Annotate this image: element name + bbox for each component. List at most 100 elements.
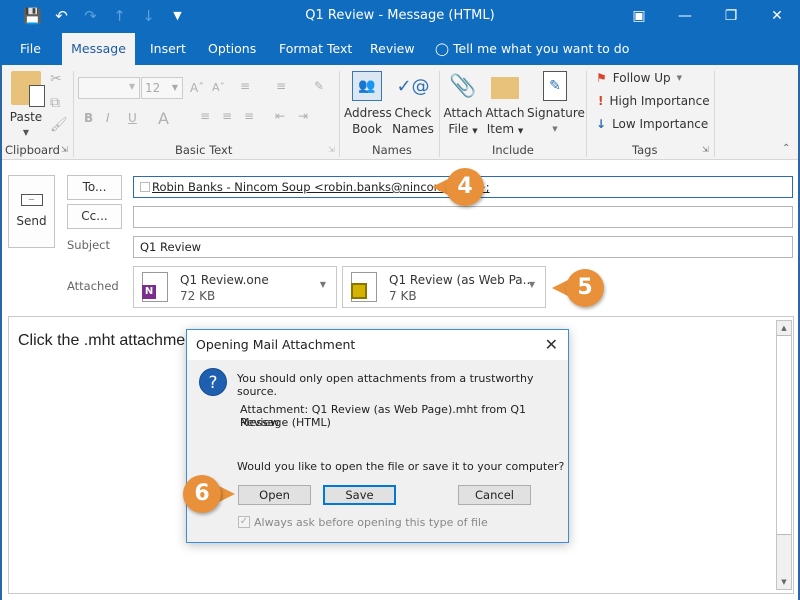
attachment-dropdown-icon[interactable]: ▼ bbox=[529, 280, 535, 289]
subject-label: Subject bbox=[67, 238, 110, 252]
dialog-title: Opening Mail Attachment bbox=[187, 330, 568, 360]
callout-5: 5 bbox=[566, 269, 604, 307]
align-left-icon: ≡ bbox=[200, 109, 211, 123]
attachment-size: 7 KB bbox=[389, 289, 417, 303]
scroll-down-icon[interactable]: ▼ bbox=[777, 575, 791, 589]
restore-icon[interactable]: ❐ bbox=[708, 0, 754, 33]
dialog-close-icon[interactable]: ✕ bbox=[545, 330, 558, 360]
low-importance-button[interactable]: ↓ Low Importance bbox=[596, 117, 708, 131]
copy-icon: ⧉ bbox=[50, 95, 60, 111]
save-button[interactable]: Save bbox=[323, 485, 396, 505]
question-icon: ? bbox=[199, 368, 227, 396]
tab-review[interactable]: Review bbox=[370, 33, 415, 65]
cut-icon: ✂ bbox=[50, 71, 62, 87]
font-size-select: 12 ▼ bbox=[141, 77, 183, 99]
send-button[interactable]: — Send bbox=[8, 175, 55, 248]
attachment-web-page[interactable]: Q1 Review (as Web Pa... 7 KB ▼ bbox=[342, 266, 546, 308]
increase-indent-icon: ⇥ bbox=[298, 109, 309, 123]
send-label: Send bbox=[16, 214, 47, 228]
check-names-icon: ✓@ bbox=[396, 76, 430, 97]
web-page-icon bbox=[351, 272, 377, 302]
align-right-icon: ≡ bbox=[244, 109, 255, 123]
ribbon: Paste ▼ ✂ ⧉ 🖌 Clipboard ⇲ ▼ 12 ▼ Aˆ Aˇ ≡ … bbox=[0, 65, 800, 160]
tab-insert[interactable]: Insert bbox=[150, 33, 186, 65]
scroll-thumb[interactable] bbox=[777, 335, 791, 535]
cc-button[interactable]: Cc... bbox=[67, 204, 122, 229]
tab-options[interactable]: Options bbox=[208, 33, 256, 65]
cc-field[interactable] bbox=[133, 206, 793, 228]
recipient-checkbox bbox=[140, 182, 150, 192]
grow-font-icon: Aˆ bbox=[190, 81, 205, 95]
warning-text: You should only open attachments from a … bbox=[237, 372, 534, 398]
minimize-icon[interactable]: — bbox=[662, 0, 708, 33]
address-book-button[interactable]: 👥 Address Book bbox=[344, 71, 392, 137]
check-names-button[interactable]: ✓@ Check Names bbox=[392, 71, 434, 137]
title-bar: 💾 ↶ ↷ ↑ ↓ ▼ Q1 Review - Message (HTML) ▣… bbox=[0, 0, 800, 33]
attachment-info-line2: Message (HTML) bbox=[240, 416, 331, 429]
clipboard-icon bbox=[11, 71, 45, 107]
flag-icon: ⚑ bbox=[596, 71, 607, 85]
format-painter-icon: 🖌 bbox=[50, 117, 68, 133]
font-name-select: ▼ bbox=[78, 77, 140, 99]
ribbon-tabs: File Message Insert Options Format Text … bbox=[0, 33, 800, 65]
tags-launcher-icon[interactable]: ⇲ bbox=[702, 145, 709, 154]
cancel-button[interactable]: Cancel bbox=[458, 485, 531, 505]
numbering-icon: ≡ bbox=[276, 79, 287, 93]
include-group-label: Include bbox=[492, 143, 534, 157]
paste-label: Paste bbox=[9, 110, 43, 124]
attachment-size: 72 KB bbox=[180, 289, 216, 303]
attach-file-button[interactable]: 📎 Attach File ▼ bbox=[443, 71, 483, 139]
italic-icon: I bbox=[106, 111, 110, 125]
down-arrow-icon: ↓ bbox=[596, 117, 607, 131]
close-icon[interactable]: ✕ bbox=[754, 0, 800, 33]
to-button[interactable]: To... bbox=[67, 175, 122, 200]
names-group-label: Names bbox=[372, 143, 412, 157]
font-color-icon: A bbox=[158, 109, 169, 128]
follow-up-button[interactable]: ⚑ Follow Up ▼ bbox=[596, 71, 682, 85]
subject-field[interactable]: Q1 Review bbox=[133, 236, 793, 258]
paste-button[interactable]: Paste ▼ bbox=[8, 71, 45, 141]
underline-icon: U bbox=[128, 111, 137, 125]
signature-icon: ✎ bbox=[543, 71, 567, 101]
opening-mail-attachment-dialog: Opening Mail Attachment ✕ ? You should o… bbox=[186, 329, 569, 543]
collapse-ribbon-icon[interactable]: ⌃ bbox=[782, 143, 790, 154]
lightbulb-icon: ◯ bbox=[435, 41, 449, 56]
ribbon-display-icon[interactable]: ▣ bbox=[616, 0, 662, 33]
basic-text-group-label: Basic Text bbox=[175, 143, 233, 157]
clipboard-group-label: Clipboard bbox=[5, 143, 60, 157]
bullets-icon: ≡ bbox=[240, 79, 251, 93]
attachment-onenote[interactable]: N Q1 Review.one 72 KB ▼ bbox=[133, 266, 337, 308]
vertical-scrollbar[interactable]: ▲ ▼ bbox=[776, 320, 792, 590]
attached-label: Attached bbox=[67, 279, 119, 293]
bold-icon: B bbox=[84, 111, 94, 125]
question-text: Would you like to open the file or save … bbox=[237, 460, 565, 473]
tell-me-box[interactable]: ◯ Tell me what you want to do bbox=[435, 33, 629, 65]
callout-6-pointer bbox=[219, 486, 235, 502]
open-button[interactable]: Open bbox=[238, 485, 311, 505]
exclamation-icon: ! bbox=[598, 94, 604, 108]
onenote-icon: N bbox=[142, 272, 168, 302]
attach-item-button[interactable]: Attach Item ▼ bbox=[485, 71, 525, 139]
decrease-indent-icon: ⇤ bbox=[275, 109, 286, 123]
attachment-name: Q1 Review (as Web Pa... bbox=[389, 273, 535, 287]
tags-group-label: Tags bbox=[632, 143, 658, 157]
attachment-dropdown-icon[interactable]: ▼ bbox=[320, 280, 326, 289]
body-text: Click the .mht attachme bbox=[18, 332, 186, 349]
tab-file[interactable]: File bbox=[20, 33, 41, 65]
tab-message[interactable]: Message bbox=[62, 33, 135, 65]
paperclip-icon: 📎 bbox=[449, 74, 477, 99]
high-importance-button[interactable]: ! High Importance bbox=[598, 94, 710, 108]
shrink-font-icon: Aˇ bbox=[212, 81, 226, 94]
clear-formatting-icon: ✎ bbox=[314, 79, 325, 93]
scroll-up-icon[interactable]: ▲ bbox=[777, 321, 791, 335]
basic-text-launcher-icon: ⇲ bbox=[328, 145, 335, 154]
envelope-icon bbox=[491, 77, 519, 99]
always-ask-label: Always ask before opening this type of f… bbox=[254, 516, 488, 529]
signature-button[interactable]: ✎ Signature ▼ bbox=[527, 71, 585, 137]
callout-4: 4 bbox=[446, 168, 484, 206]
window-frame-left bbox=[0, 65, 2, 600]
align-center-icon: ≡ bbox=[222, 109, 233, 123]
attachment-name: Q1 Review.one bbox=[180, 273, 269, 287]
clipboard-launcher-icon[interactable]: ⇲ bbox=[61, 145, 68, 154]
tab-format-text[interactable]: Format Text bbox=[279, 33, 352, 65]
